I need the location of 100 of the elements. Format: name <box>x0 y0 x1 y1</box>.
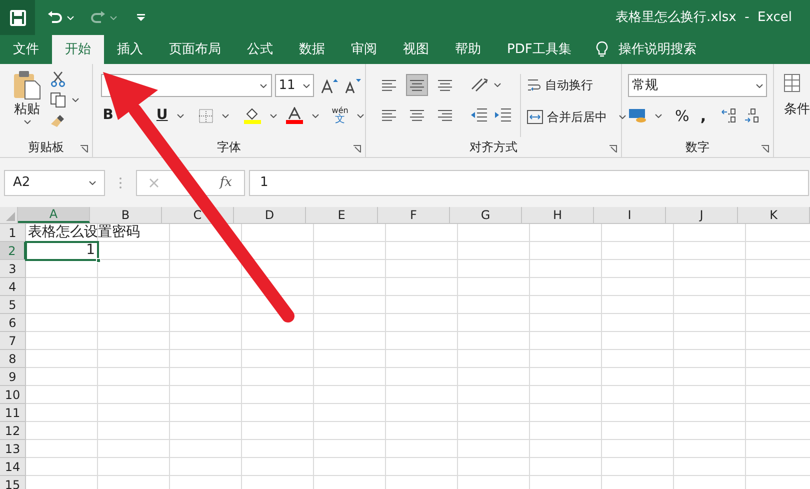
paintbrush-icon[interactable] <box>50 113 66 129</box>
column-header[interactable]: H <box>522 207 594 223</box>
middle-align-button[interactable] <box>406 74 428 96</box>
decrease-indent-icon[interactable] <box>470 108 488 122</box>
top-align-icon[interactable] <box>381 78 398 92</box>
shrink-font-icon[interactable] <box>344 78 362 94</box>
font-color-icon[interactable] <box>286 107 303 124</box>
paste-button[interactable]: 粘贴 <box>12 70 42 137</box>
align-center-icon[interactable] <box>409 108 426 122</box>
column-header[interactable]: I <box>594 207 666 223</box>
ribbon-tab[interactable]: 视图 <box>390 35 442 64</box>
group-label: 字体 <box>216 139 241 156</box>
caret-icon <box>619 115 626 119</box>
row-header[interactable]: 4 <box>0 278 26 296</box>
copy-icon[interactable] <box>50 92 66 108</box>
dialog-launcher-icon[interactable] <box>353 145 362 153</box>
middle-align-icon[interactable] <box>409 78 426 92</box>
undo-icon[interactable] <box>47 10 63 24</box>
table-icon[interactable] <box>784 74 800 92</box>
row-header[interactable]: 3 <box>0 260 26 278</box>
column-header[interactable]: G <box>450 207 522 223</box>
cell-text: 表格怎么设置密码 <box>28 224 140 241</box>
ribbon-tab[interactable]: 开始 <box>52 35 104 64</box>
save-button[interactable] <box>0 0 35 35</box>
caret-icon <box>89 180 96 184</box>
bold-button[interactable]: B <box>102 105 114 126</box>
comma-button[interactable]: , <box>700 105 706 128</box>
percent-button[interactable]: % <box>675 105 690 128</box>
wrap-text-button[interactable]: 自动换行 <box>527 74 626 96</box>
row-header[interactable]: 14 <box>0 458 26 476</box>
merge-center-button[interactable]: 合并后居中 <box>527 106 626 128</box>
phonetic-guide-button[interactable]: wén 文 <box>332 106 348 124</box>
number-format-field[interactable]: 常规 <box>628 74 768 97</box>
tell-me-search[interactable]: 操作说明搜索 <box>618 40 696 60</box>
row-header[interactable]: 7 <box>0 332 26 350</box>
decrease-decimal-icon[interactable] <box>744 108 760 124</box>
align-right-icon[interactable] <box>437 108 454 122</box>
name-box[interactable]: A2 <box>4 170 105 196</box>
bottom-align-icon[interactable] <box>437 78 454 92</box>
row-header[interactable]: 2 <box>0 242 26 260</box>
column-header[interactable]: B <box>90 207 162 223</box>
fill-handle[interactable] <box>96 258 101 263</box>
row-header[interactable]: 13 <box>0 440 26 458</box>
row-header[interactable]: 5 <box>0 296 26 314</box>
caret-icon <box>270 114 277 118</box>
column-header[interactable]: J <box>666 207 738 223</box>
column-header[interactable]: D <box>234 207 306 223</box>
ribbon-tab[interactable]: 插入 <box>104 35 156 64</box>
formula-field[interactable]: 1 <box>249 170 809 196</box>
group-label: 对齐方式 <box>470 139 518 156</box>
dialog-launcher-icon[interactable] <box>761 145 769 153</box>
row-header[interactable]: 15 <box>0 476 26 489</box>
ribbon-tab[interactable]: 数据 <box>286 35 338 64</box>
caret-icon[interactable] <box>67 16 74 20</box>
grow-font-icon[interactable] <box>320 78 339 94</box>
row-header[interactable]: 11 <box>0 404 26 422</box>
group-label: 剪贴板 <box>28 139 64 156</box>
orientation-icon[interactable] <box>470 77 488 93</box>
fill-color-icon[interactable] <box>244 107 261 124</box>
merge-cells-icon <box>527 110 544 124</box>
column-header[interactable]: A <box>18 207 90 223</box>
ribbon-tab[interactable]: 页面布局 <box>156 35 234 64</box>
column-header[interactable]: E <box>306 207 378 223</box>
ribbon-tab[interactable]: 文件 <box>0 35 52 64</box>
active-cell[interactable]: 1 <box>26 242 98 260</box>
ribbon-tab[interactable]: PDF工具集 <box>494 35 584 64</box>
ribbon-tab[interactable]: 公式 <box>234 35 286 64</box>
group-label: 数字 <box>686 139 710 156</box>
insert-function-button[interactable]: fx <box>220 172 232 192</box>
row-header[interactable]: 1 <box>0 224 26 242</box>
font-size-field[interactable]: 11 <box>274 74 314 97</box>
row-header[interactable]: 8 <box>0 350 26 368</box>
scissors-icon[interactable] <box>50 71 66 87</box>
caret-icon <box>655 114 662 118</box>
underline-button[interactable]: U <box>156 105 168 126</box>
ribbon-tab[interactable]: 审阅 <box>338 35 390 64</box>
row-header[interactable]: 6 <box>0 314 26 332</box>
dialog-launcher-icon[interactable] <box>609 145 618 153</box>
increase-indent-icon[interactable] <box>494 108 512 122</box>
customize-icon[interactable] <box>137 14 145 21</box>
caret-icon <box>72 98 79 102</box>
ribbon-tab[interactable]: 帮助 <box>442 35 494 64</box>
wrap-text-icon <box>527 77 542 93</box>
caret-icon <box>176 114 184 118</box>
borders-icon[interactable] <box>198 108 213 122</box>
row-header[interactable]: 9 <box>0 368 26 386</box>
column-header[interactable]: K <box>738 207 810 223</box>
row-header[interactable]: 10 <box>0 386 26 404</box>
row-header[interactable]: 12 <box>0 422 26 440</box>
conditional-format-button[interactable]: 条件 <box>784 100 810 120</box>
currency-icon[interactable] <box>628 108 648 124</box>
caret-icon <box>222 114 229 118</box>
column-header[interactable]: C <box>162 207 234 223</box>
caret-icon <box>756 84 764 88</box>
caret-icon <box>260 84 267 88</box>
increase-decimal-icon[interactable] <box>721 108 738 124</box>
align-left-icon[interactable] <box>381 108 398 122</box>
drag-handle-icon[interactable] <box>119 176 122 188</box>
dialog-launcher-icon[interactable] <box>80 145 88 153</box>
column-header[interactable]: F <box>378 207 450 223</box>
